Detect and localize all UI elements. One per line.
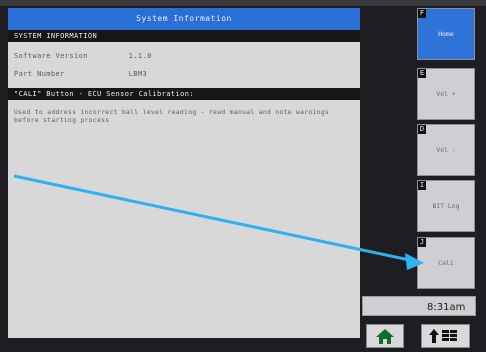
part-number-value: LBM3 — [128, 70, 148, 78]
window-title: System Information — [8, 8, 360, 30]
softkey-label: Cali — [438, 259, 454, 267]
vol-plus-softkey[interactable]: E Vol + — [417, 68, 475, 120]
part-number-row: Part Number LBM3 — [14, 70, 147, 78]
cali-softkey[interactable]: J Cali — [417, 237, 475, 289]
softkey-label: Vol - — [436, 146, 456, 154]
part-number-label: Part Number — [14, 70, 65, 78]
software-version-value: 1.1.0 — [128, 52, 152, 60]
vol-minus-softkey[interactable]: D Vol - — [417, 124, 475, 176]
menu-up-button[interactable] — [421, 324, 470, 348]
home-softkey[interactable]: F Home — [417, 8, 475, 60]
up-arrow-menu-icon — [429, 329, 457, 343]
home-icon — [376, 329, 394, 344]
softkey-label: BIT Log — [432, 202, 460, 210]
clock-time: 8:31am — [427, 302, 466, 313]
main-panel: System Information SYSTEM INFORMATION So… — [8, 8, 360, 338]
device-screen: System Information SYSTEM INFORMATION So… — [0, 0, 486, 352]
cali-description: Used to address incorrect ball level rea… — [14, 108, 330, 124]
software-version-row: Software Version 1.1.0 — [14, 52, 152, 60]
bit-log-softkey[interactable]: I BIT Log — [417, 180, 475, 232]
cali-section-header: "CALI" Button - ECU Sensor Calibration: — [8, 88, 360, 100]
clock-display: 8:31am — [362, 296, 476, 316]
softkey-label: Home — [438, 30, 454, 38]
side-softkey-panel: F Home E Vol + D Vol - I BIT Log J Cali … — [360, 0, 486, 352]
software-version-label: Software Version — [14, 52, 88, 60]
system-information-header: SYSTEM INFORMATION — [8, 30, 360, 42]
home-button[interactable] — [366, 324, 404, 348]
softkey-label: Vol + — [436, 90, 456, 98]
